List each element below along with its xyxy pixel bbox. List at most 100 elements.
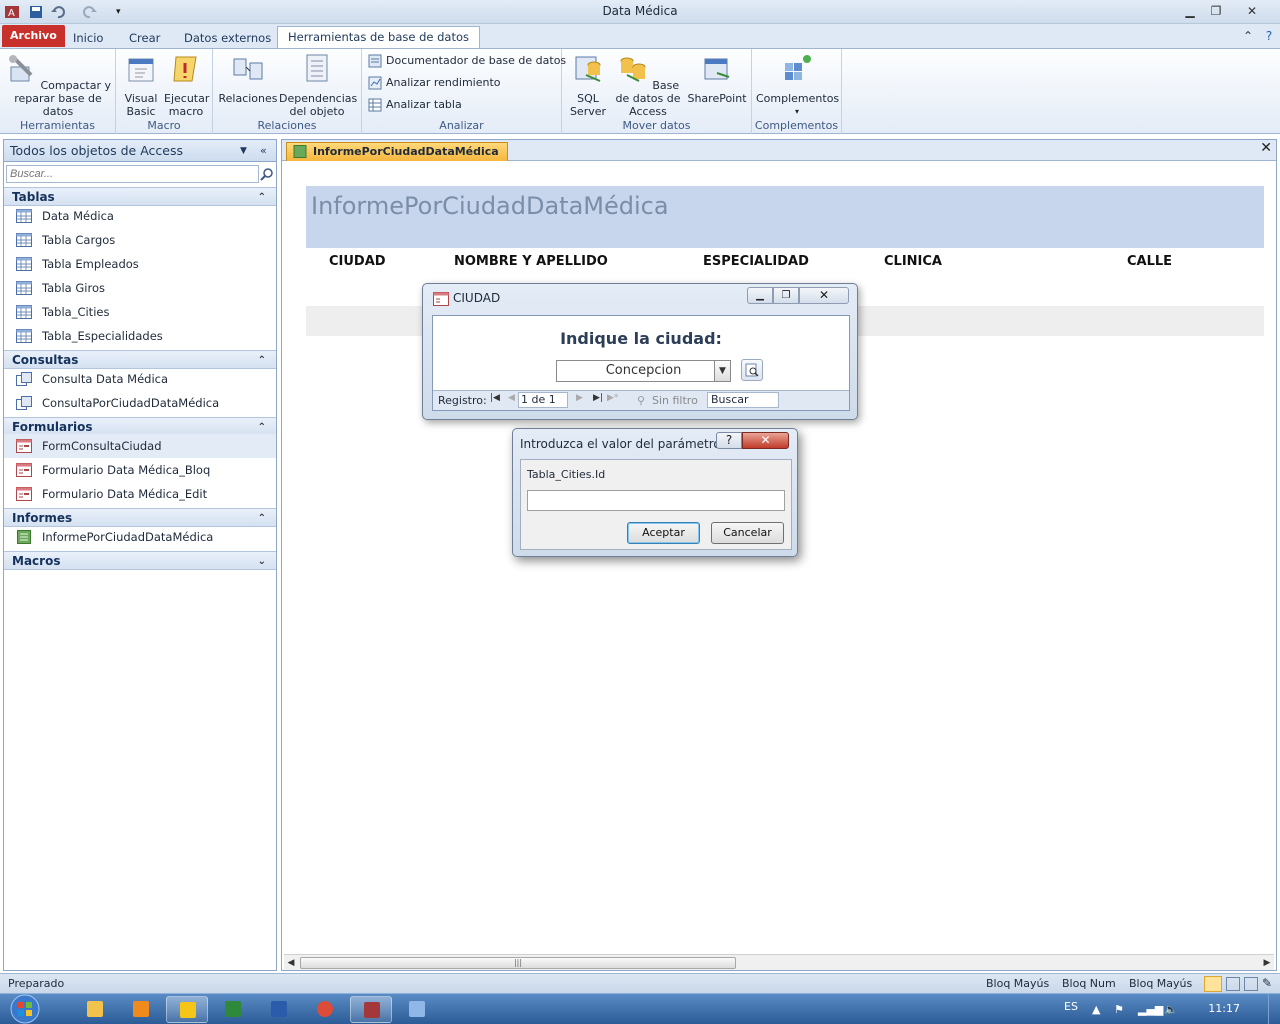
taskbar-media-player[interactable] [120,996,162,1023]
search-icon[interactable] [260,167,274,181]
sql-server-button[interactable]: SQL Server [568,53,608,118]
cancelar-button[interactable]: Cancelar [711,522,784,544]
nav-item-informe-por-ciudad[interactable]: InformePorCiudadDataMédica [4,525,276,549]
close-document-icon[interactable]: ✕ [1260,140,1272,156]
close-icon[interactable]: ✕ [799,287,849,304]
category-label: Informes [12,511,73,525]
sharepoint-icon [704,58,730,80]
design-view-icon[interactable]: ✎ [1262,976,1272,990]
taskbar-chrome[interactable] [304,996,346,1023]
taskbar-outlook[interactable] [166,996,208,1023]
complementos-button[interactable]: Complementos ▾ [756,53,839,118]
nav-pane-header[interactable]: Todos los objetos de Access ▼ « [4,140,276,162]
filter-status[interactable]: Sin filtro [652,394,698,407]
nav-item-consulta-por-ciudad[interactable]: ConsultaPorCiudadDataMédica [4,391,276,415]
relaciones-button[interactable]: Relaciones [217,53,279,105]
taskbar-paint[interactable] [396,996,438,1023]
analyze-performance-icon [368,76,382,90]
query-icon [16,396,32,410]
start-button-icon[interactable] [6,994,44,1024]
nav-item-tabla-especialidades[interactable]: Tabla_Especialidades [4,324,276,348]
nav-item-label: Data Médica [42,209,114,223]
nav-item-label: ConsultaPorCiudadDataMédica [42,396,220,410]
record-search-input[interactable]: Buscar [707,392,779,408]
ciudad-combobox[interactable]: Concepcion ▼ [556,360,731,382]
nav-item-tabla-empleados[interactable]: Tabla Empleados [4,252,276,276]
report-icon [17,530,31,544]
show-desktop-button[interactable] [1268,994,1280,1024]
chevron-down-icon[interactable]: ▼ [714,361,730,381]
tab-crear[interactable]: Crear [119,28,170,48]
relaciones-label: Relaciones [218,92,278,105]
scroll-right-icon[interactable]: ▶ [1260,956,1274,970]
volume-icon[interactable]: 🔈 [1164,1003,1178,1016]
taskbar-excel[interactable] [212,996,254,1023]
scroll-thumb[interactable]: ||| [300,957,736,969]
restore-icon[interactable]: ❐ [1204,2,1228,20]
nav-category-macros[interactable]: Macros ⌄ [4,551,276,570]
dependencias-button[interactable]: Dependencias del objeto [279,53,357,118]
nav-item-formulario-bloq[interactable]: Formulario Data Médica_Bloq [4,458,276,482]
language-indicator[interactable]: ES [1064,1000,1078,1013]
nav-item-data-medica[interactable]: Data Médica [4,204,276,228]
documentador-button[interactable]: Documentador de base de datos [368,52,566,70]
nav-menu-chevron-icon[interactable]: ▼ [240,140,247,162]
filter-icon: ⚲ [637,394,646,407]
close-icon[interactable]: ✕ [742,432,789,449]
compactar-button[interactable]: Compactar y reparar base de datos [4,53,112,118]
sharepoint-button[interactable]: SharePoint [686,53,748,105]
group-macro: Visual Basic Ejecutar macro Macro [116,49,213,134]
analizar-rendimiento-button[interactable]: Analizar rendimiento [368,74,501,92]
first-record-icon[interactable]: |◀ [490,393,500,403]
taskbar-explorer[interactable] [74,996,116,1023]
shutter-close-icon[interactable]: « [260,140,267,162]
prev-record-icon[interactable]: ◀ [508,393,515,403]
network-icon[interactable]: ▂▄▆ [1138,1003,1163,1016]
tab-datos-externos[interactable]: Datos externos [174,28,281,48]
nav-item-tabla-cargos[interactable]: Tabla Cargos [4,228,276,252]
layout-view-icon[interactable] [1244,977,1258,991]
tab-herramientas-bd[interactable]: Herramientas de base de datos [277,26,481,48]
print-preview-icon[interactable] [1226,977,1240,991]
nav-pane-title: Todos los objetos de Access [10,143,184,158]
parameter-name-label: Tabla_Cities.Id [527,468,606,481]
report-view-icon[interactable] [1204,976,1222,992]
taskbar-access[interactable] [350,996,392,1023]
nav-item-tabla-cities[interactable]: Tabla_Cities [4,300,276,324]
table-icon [16,281,32,295]
close-icon[interactable]: ✕ [1240,2,1264,20]
help-icon[interactable]: ? [1257,27,1280,45]
horizontal-scrollbar[interactable]: ◀ ||| ▶ [284,954,1274,970]
nav-item-form-consulta-ciudad[interactable]: FormConsultaCiudad [4,434,276,458]
ribbon: Compactar y reparar base de datos Herram… [0,48,1280,134]
minimize-icon[interactable]: ▁ [1178,2,1202,20]
visual-basic-button[interactable]: Visual Basic [120,53,162,118]
nav-item-consulta-data-medica[interactable]: Consulta Data Médica [4,367,276,391]
ejecutar-macro-button[interactable]: Ejecutar macro [164,53,209,118]
clock[interactable]: 11:17 [1208,1002,1240,1015]
tab-inicio[interactable]: Inicio [63,28,113,48]
status-bar: Preparado Bloq Mayús Bloq Num Bloq Mayús… [0,973,1280,993]
open-report-button[interactable] [741,359,763,381]
last-record-icon[interactable]: ▶| [593,393,603,403]
record-position[interactable]: 1 de 1 [518,392,568,408]
tab-archivo[interactable]: Archivo [2,25,65,47]
nav-item-tabla-giros[interactable]: Tabla Giros [4,276,276,300]
report-title: InformePorCiudadDataMédica [311,192,669,220]
taskbar-word[interactable] [258,996,300,1023]
action-center-flag-icon[interactable]: ⚑ [1114,1003,1124,1016]
nav-search-input[interactable] [6,165,259,183]
base-datos-access-button[interactable]: Base de datos de Access [610,53,686,118]
new-record-icon[interactable]: ▶* [607,393,618,403]
help-button[interactable]: ? [716,432,742,449]
minimize-icon[interactable]: ▁ [747,287,773,304]
analizar-tabla-button[interactable]: Analizar tabla [368,96,462,114]
aceptar-button[interactable]: Aceptar [627,522,700,544]
document-tab-informe[interactable]: InformePorCiudadDataMédica [286,142,508,161]
nav-item-formulario-edit[interactable]: Formulario Data Médica_Edit [4,482,276,506]
scroll-left-icon[interactable]: ◀ [284,956,298,970]
show-hidden-icons-icon[interactable]: ▲ [1092,1003,1100,1016]
next-record-icon[interactable]: ▶ [576,393,583,403]
parameter-value-input[interactable] [527,490,785,511]
maximize-icon[interactable]: ❐ [773,287,799,304]
